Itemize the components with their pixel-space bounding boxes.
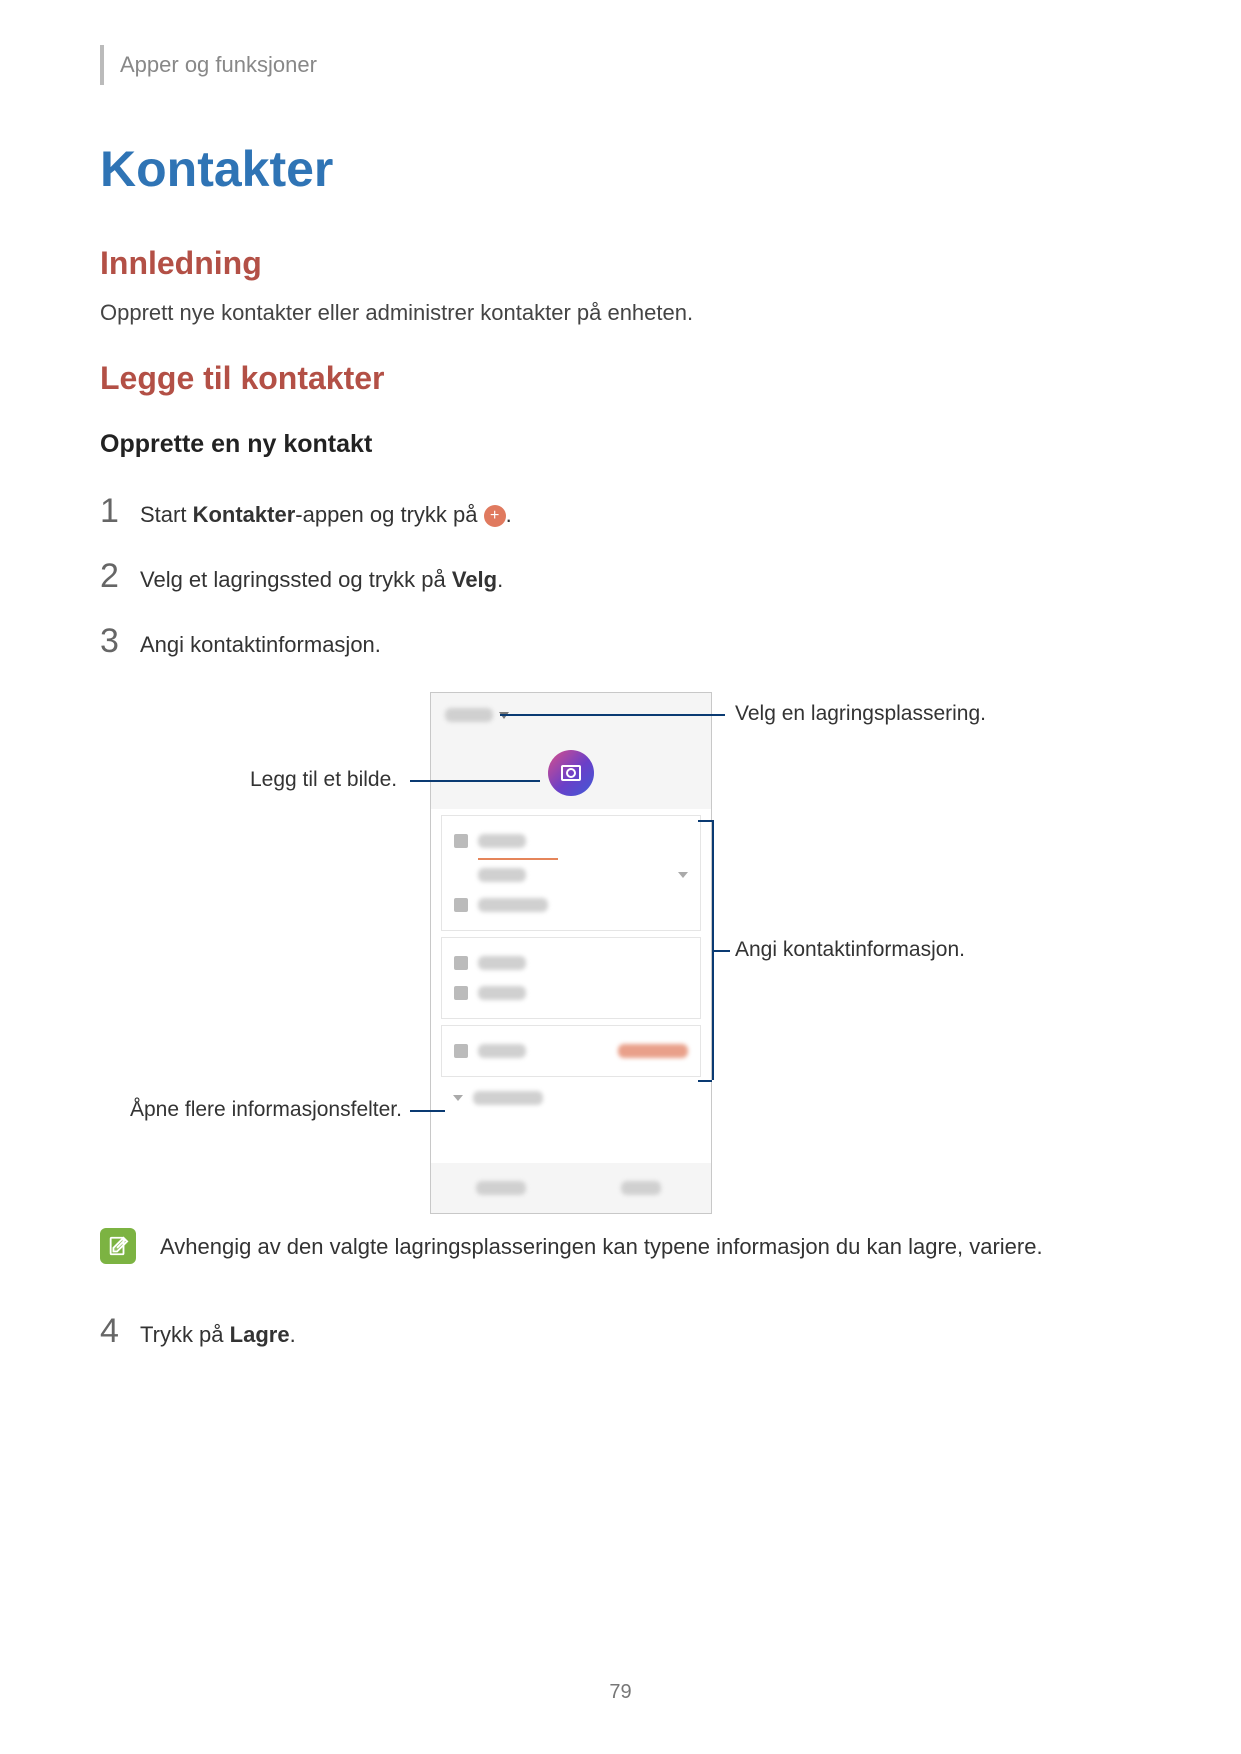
step-3-text: Angi kontaktinformasjon.	[140, 630, 381, 661]
phone-field-blur	[478, 956, 526, 970]
groups-field-blur	[478, 1044, 526, 1058]
step-4-post: .	[290, 1322, 296, 1347]
header-rule	[100, 45, 104, 85]
more-label-blur	[473, 1091, 543, 1105]
phone-footer	[431, 1163, 711, 1213]
work-icon	[454, 898, 468, 912]
group-icon	[454, 1044, 468, 1058]
cancel-button-blur	[476, 1181, 526, 1195]
plus-icon: +	[484, 505, 506, 527]
phone-screenshot	[430, 692, 712, 1214]
phone-more-row	[431, 1083, 711, 1113]
step-1-mid: -appen og trykk på	[295, 502, 483, 527]
storage-label-blur	[445, 708, 493, 722]
chevron-down-icon	[678, 872, 688, 878]
mail-icon	[454, 986, 468, 1000]
callout-storage: Velg en lagringsplassering.	[735, 702, 986, 726]
callout-image: Legg til et bilde.	[250, 768, 397, 792]
step-2-pre: Velg et lagringssted og trykk på	[140, 567, 452, 592]
step-4-text: Trykk på Lagre.	[140, 1320, 296, 1351]
step-2-bold: Velg	[452, 567, 497, 592]
callout-more: Åpne flere informasjonsfelter.	[130, 1098, 402, 1122]
page-number: 79	[0, 1681, 1241, 1704]
phone-contact-card	[441, 937, 701, 1019]
note-icon	[100, 1228, 136, 1264]
step-number-2: 2	[100, 557, 119, 596]
leader-bracket-top	[698, 820, 712, 822]
step-4-bold: Lagre	[230, 1322, 290, 1347]
step-number-3: 3	[100, 622, 119, 661]
step-1-pre: Start	[140, 502, 193, 527]
page-title: Kontakter	[100, 140, 333, 198]
phone-avatar-area	[431, 737, 711, 809]
not-assigned-blur	[618, 1044, 688, 1058]
camera-icon	[561, 765, 581, 781]
leader-line	[500, 714, 725, 716]
work-field-blur	[478, 898, 548, 912]
leader-line	[712, 950, 730, 952]
phone-groups-card	[441, 1025, 701, 1077]
name2-field-blur	[478, 868, 526, 882]
step-1-text: Start Kontakter-appen og trykk på +.	[140, 500, 512, 531]
note-text: Avhengig av den valgte lagringsplasserin…	[160, 1230, 1100, 1263]
save-button-blur	[621, 1181, 661, 1195]
person-icon	[454, 834, 468, 848]
section-add-heading: Legge til kontakter	[100, 360, 385, 397]
leader-line	[410, 780, 540, 782]
step-2-post: .	[497, 567, 503, 592]
section-intro-heading: Innledning	[100, 245, 262, 282]
leader-bracket-bottom	[698, 1080, 712, 1082]
step-4-pre: Trykk på	[140, 1322, 230, 1347]
phone-name-card	[441, 815, 701, 931]
email-field-blur	[478, 986, 526, 1000]
step-number-4: 4	[100, 1312, 119, 1351]
leader-line	[410, 1110, 445, 1112]
intro-text: Opprett nye kontakter eller administrer …	[100, 300, 693, 326]
step-1-post: .	[506, 502, 512, 527]
name-field-blur	[478, 834, 526, 848]
add-image-button	[548, 750, 594, 796]
step-1-bold: Kontakter	[193, 502, 296, 527]
chevron-down-icon	[453, 1095, 463, 1101]
step-2-text: Velg et lagringssted og trykk på Velg.	[140, 565, 503, 596]
callout-info: Angi kontaktinformasjon.	[735, 938, 965, 962]
phone-icon	[454, 956, 468, 970]
subsection-create-heading: Opprette en ny kontakt	[100, 430, 372, 459]
breadcrumb: Apper og funksjoner	[120, 52, 317, 78]
step-number-1: 1	[100, 492, 119, 531]
